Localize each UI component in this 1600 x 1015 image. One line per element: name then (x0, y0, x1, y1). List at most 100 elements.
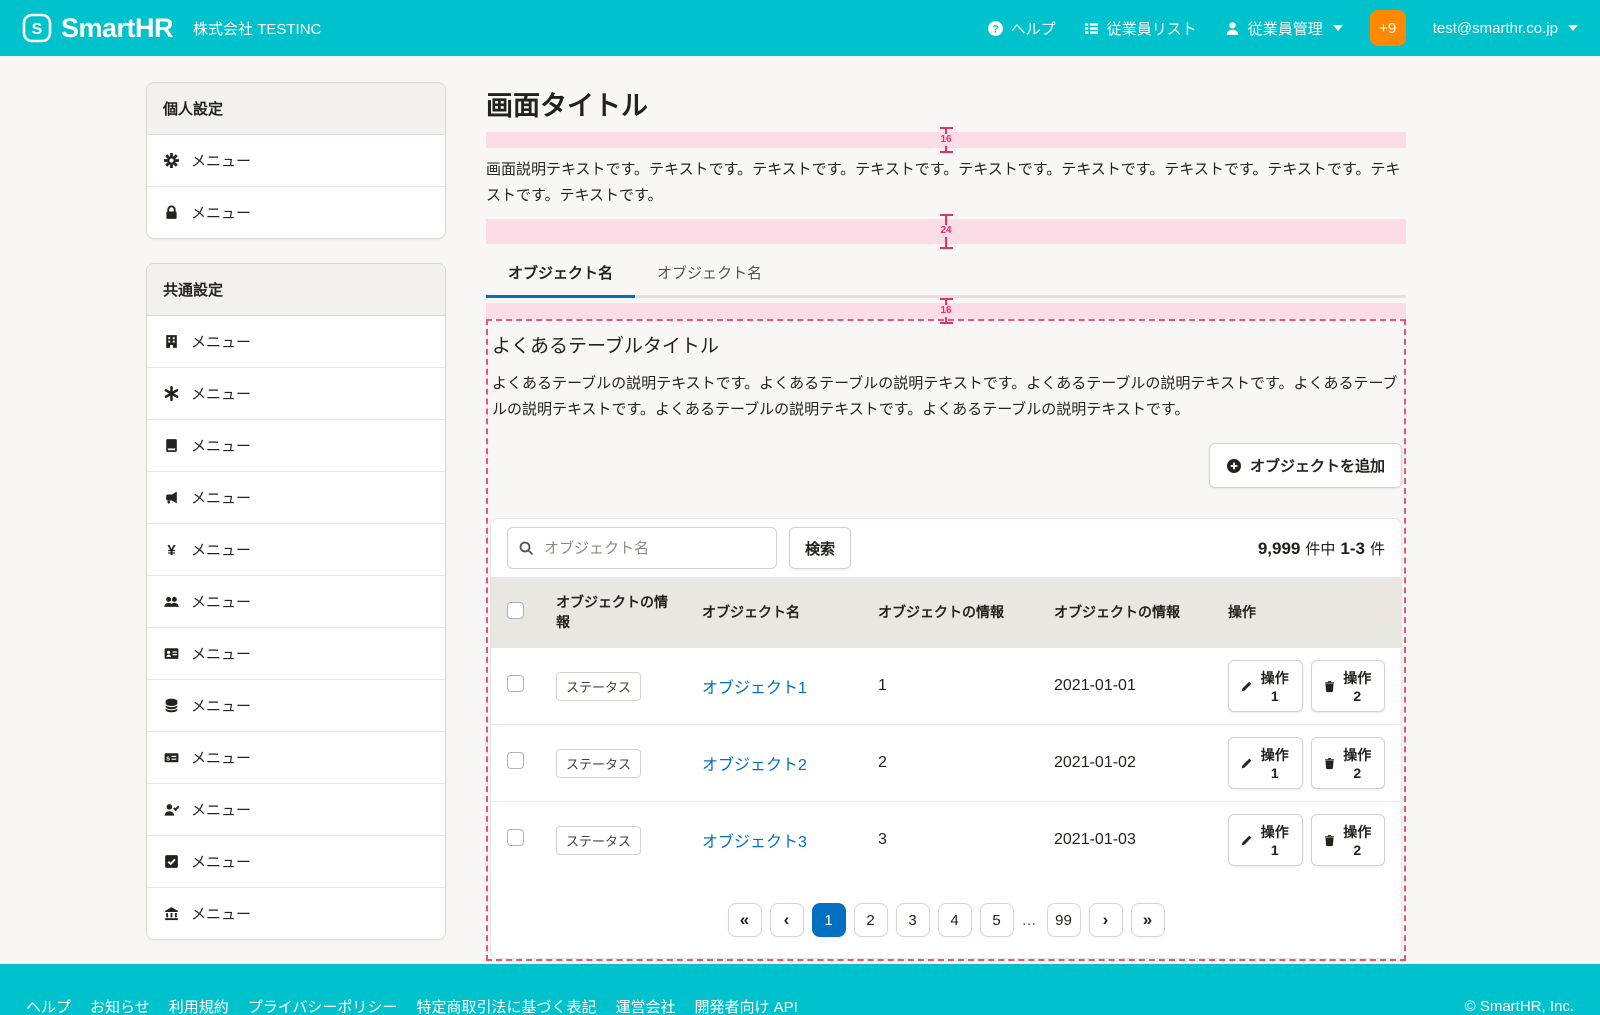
delete-action-button[interactable]: 操作2 (1311, 814, 1386, 866)
sidebar-group-title: 共通設定 (147, 264, 445, 316)
object-link[interactable]: オブジェクト2 (702, 757, 807, 774)
account-email: test@smarthr.co.jp (1433, 20, 1558, 37)
add-object-button[interactable]: オブジェクトを追加 (1209, 443, 1402, 488)
table-section: よくあるテーブルタイトル よくあるテーブルの説明テキストです。よくあるテーブルの… (486, 319, 1406, 962)
users-icon (163, 593, 180, 610)
pagination-last-button[interactable]: » (1131, 903, 1165, 937)
select-all-checkbox[interactable] (507, 602, 524, 619)
copyright: © SmartHR, Inc. (1465, 998, 1574, 1015)
nav-help[interactable]: ? ヘルプ (987, 18, 1056, 39)
sidebar-item-menu[interactable]: メニュー (147, 575, 445, 627)
pagination-page-5[interactable]: 5 (980, 903, 1014, 937)
table-header-row: オブジェクトの情報 オブジェクト名 オブジェクトの情報 オブジェクトの情報 操作 (491, 577, 1401, 648)
book-icon (163, 437, 180, 454)
sidebar: 個人設定 メニュー メニュー 共通設定 (146, 82, 446, 964)
pagination-page-1[interactable]: 1 (812, 903, 846, 937)
add-row: オブジェクトを追加 (490, 443, 1402, 488)
sidebar-item-menu[interactable]: メニュー (147, 679, 445, 731)
notification-badge[interactable]: +9 (1370, 10, 1406, 46)
header-nav: ? ヘルプ 従業員リスト 従業員管理 +9 test@smarthr.co.jp (987, 10, 1578, 46)
pagination-page-99[interactable]: 99 (1047, 903, 1081, 937)
nav-employee-list[interactable]: 従業員リスト (1083, 18, 1197, 39)
landmark-icon (163, 905, 180, 922)
footer-link-privacy[interactable]: プライバシーポリシー (248, 996, 398, 1015)
sidebar-item-menu[interactable]: メニュー (147, 627, 445, 679)
footer-link-terms[interactable]: 利用規約 (169, 996, 229, 1015)
nav-employee-admin[interactable]: 従業員管理 (1224, 18, 1343, 39)
sidebar-item-menu[interactable]: メニュー (147, 887, 445, 939)
footer-link-company[interactable]: 運営会社 (615, 996, 675, 1015)
table-section-description: よくあるテーブルの説明テキストです。よくあるテーブルの説明テキストです。よくある… (492, 371, 1400, 424)
sidebar-item-label: メニュー (191, 695, 251, 716)
sidebar-item-menu[interactable]: ¥ メニュー (147, 523, 445, 575)
status-badge: ステータス (556, 749, 641, 778)
row-actions: 操作1 操作2 (1228, 737, 1385, 789)
spacing-measure: 16 (938, 127, 954, 153)
spacing-annotation-24: 24 (486, 219, 1406, 244)
sidebar-item-menu[interactable]: メニュー (147, 135, 445, 186)
object-info: 1 (862, 648, 1038, 725)
row-checkbox[interactable] (507, 752, 524, 769)
sidebar-item-menu[interactable]: s メニュー (147, 731, 445, 783)
sidebar-item-menu[interactable]: メニュー (147, 367, 445, 419)
pagination-page-4[interactable]: 4 (938, 903, 972, 937)
pagination-prev-button[interactable]: ‹ (770, 903, 804, 937)
edit-action-button[interactable]: 操作1 (1228, 737, 1303, 789)
table-section-title: よくあるテーブルタイトル (492, 331, 1400, 358)
edit-action-button[interactable]: 操作1 (1228, 814, 1303, 866)
pagination-page-2[interactable]: 2 (854, 903, 888, 937)
sidebar-item-label: メニュー (191, 435, 251, 456)
smarthr-logo[interactable]: S SmartHR (22, 13, 173, 44)
main-content: 画面タイトル 16 画面説明テキストです。テキストです。テキストです。テキストで… (486, 82, 1406, 964)
app-root: S SmartHR 株式会社 TESTINC ? ヘルプ 従業員リスト (0, 0, 1600, 1015)
sidebar-item-label: メニュー (191, 799, 251, 820)
sidebar-item-menu[interactable]: メニュー (147, 783, 445, 835)
object-link[interactable]: オブジェクト3 (702, 834, 807, 851)
tab-object-name-active[interactable]: オブジェクト名 (486, 251, 635, 298)
svg-text:S: S (32, 21, 43, 38)
pagination-page-3[interactable]: 3 (896, 903, 930, 937)
sidebar-item-menu[interactable]: メニュー (147, 186, 445, 238)
delete-action-button[interactable]: 操作2 (1311, 737, 1386, 789)
sidebar-item-label: メニュー (191, 643, 251, 664)
pagination-first-button[interactable]: « (728, 903, 762, 937)
search-input[interactable] (507, 527, 777, 569)
object-date: 2021-01-02 (1038, 725, 1212, 802)
lock-icon (163, 204, 180, 221)
footer-link-news[interactable]: お知らせ (90, 996, 150, 1015)
chevron-down-icon (1568, 25, 1578, 31)
pagination: « ‹ 1 2 3 4 5 … 99 › » (491, 878, 1401, 958)
account-menu[interactable]: test@smarthr.co.jp (1433, 20, 1578, 37)
footer-link-help[interactable]: ヘルプ (26, 996, 71, 1015)
search-button[interactable]: 検索 (789, 527, 851, 569)
nav-employee-list-label: 従業員リスト (1107, 18, 1197, 39)
pagination-next-button[interactable]: › (1089, 903, 1123, 937)
tab-object-name[interactable]: オブジェクト名 (635, 251, 784, 298)
footer-link-developer-api[interactable]: 開発者向け API (694, 996, 797, 1015)
delete-action-button[interactable]: 操作2 (1311, 660, 1386, 712)
gear-icon (163, 152, 180, 169)
sidebar-item-menu[interactable]: メニュー (147, 471, 445, 523)
footer-link-commercial-law[interactable]: 特定商取引法に基づく表記 (416, 996, 596, 1015)
object-link[interactable]: オブジェクト1 (702, 680, 807, 697)
sidebar-item-menu[interactable]: メニュー (147, 419, 445, 471)
sidebar-item-label: メニュー (191, 331, 251, 352)
status-badge: ステータス (556, 672, 641, 701)
yen-icon: ¥ (163, 541, 180, 558)
row-checkbox[interactable] (507, 675, 524, 692)
edit-action-button[interactable]: 操作1 (1228, 660, 1303, 712)
chevron-down-icon (1333, 25, 1343, 31)
sidebar-item-menu[interactable]: メニュー (147, 835, 445, 887)
sidebar-item-label: メニュー (191, 202, 251, 223)
row-checkbox[interactable] (507, 829, 524, 846)
id-card-icon (163, 645, 180, 662)
page-body: 個人設定 メニュー メニュー 共通設定 (0, 56, 1600, 964)
sidebar-item-menu[interactable]: メニュー (147, 316, 445, 367)
object-info: 2 (862, 725, 1038, 802)
bullhorn-icon (163, 489, 180, 506)
row-actions: 操作1 操作2 (1228, 814, 1385, 866)
building-icon (163, 333, 180, 350)
check-square-icon (163, 853, 180, 870)
search-icon (518, 540, 534, 556)
trash-icon (1323, 680, 1336, 693)
